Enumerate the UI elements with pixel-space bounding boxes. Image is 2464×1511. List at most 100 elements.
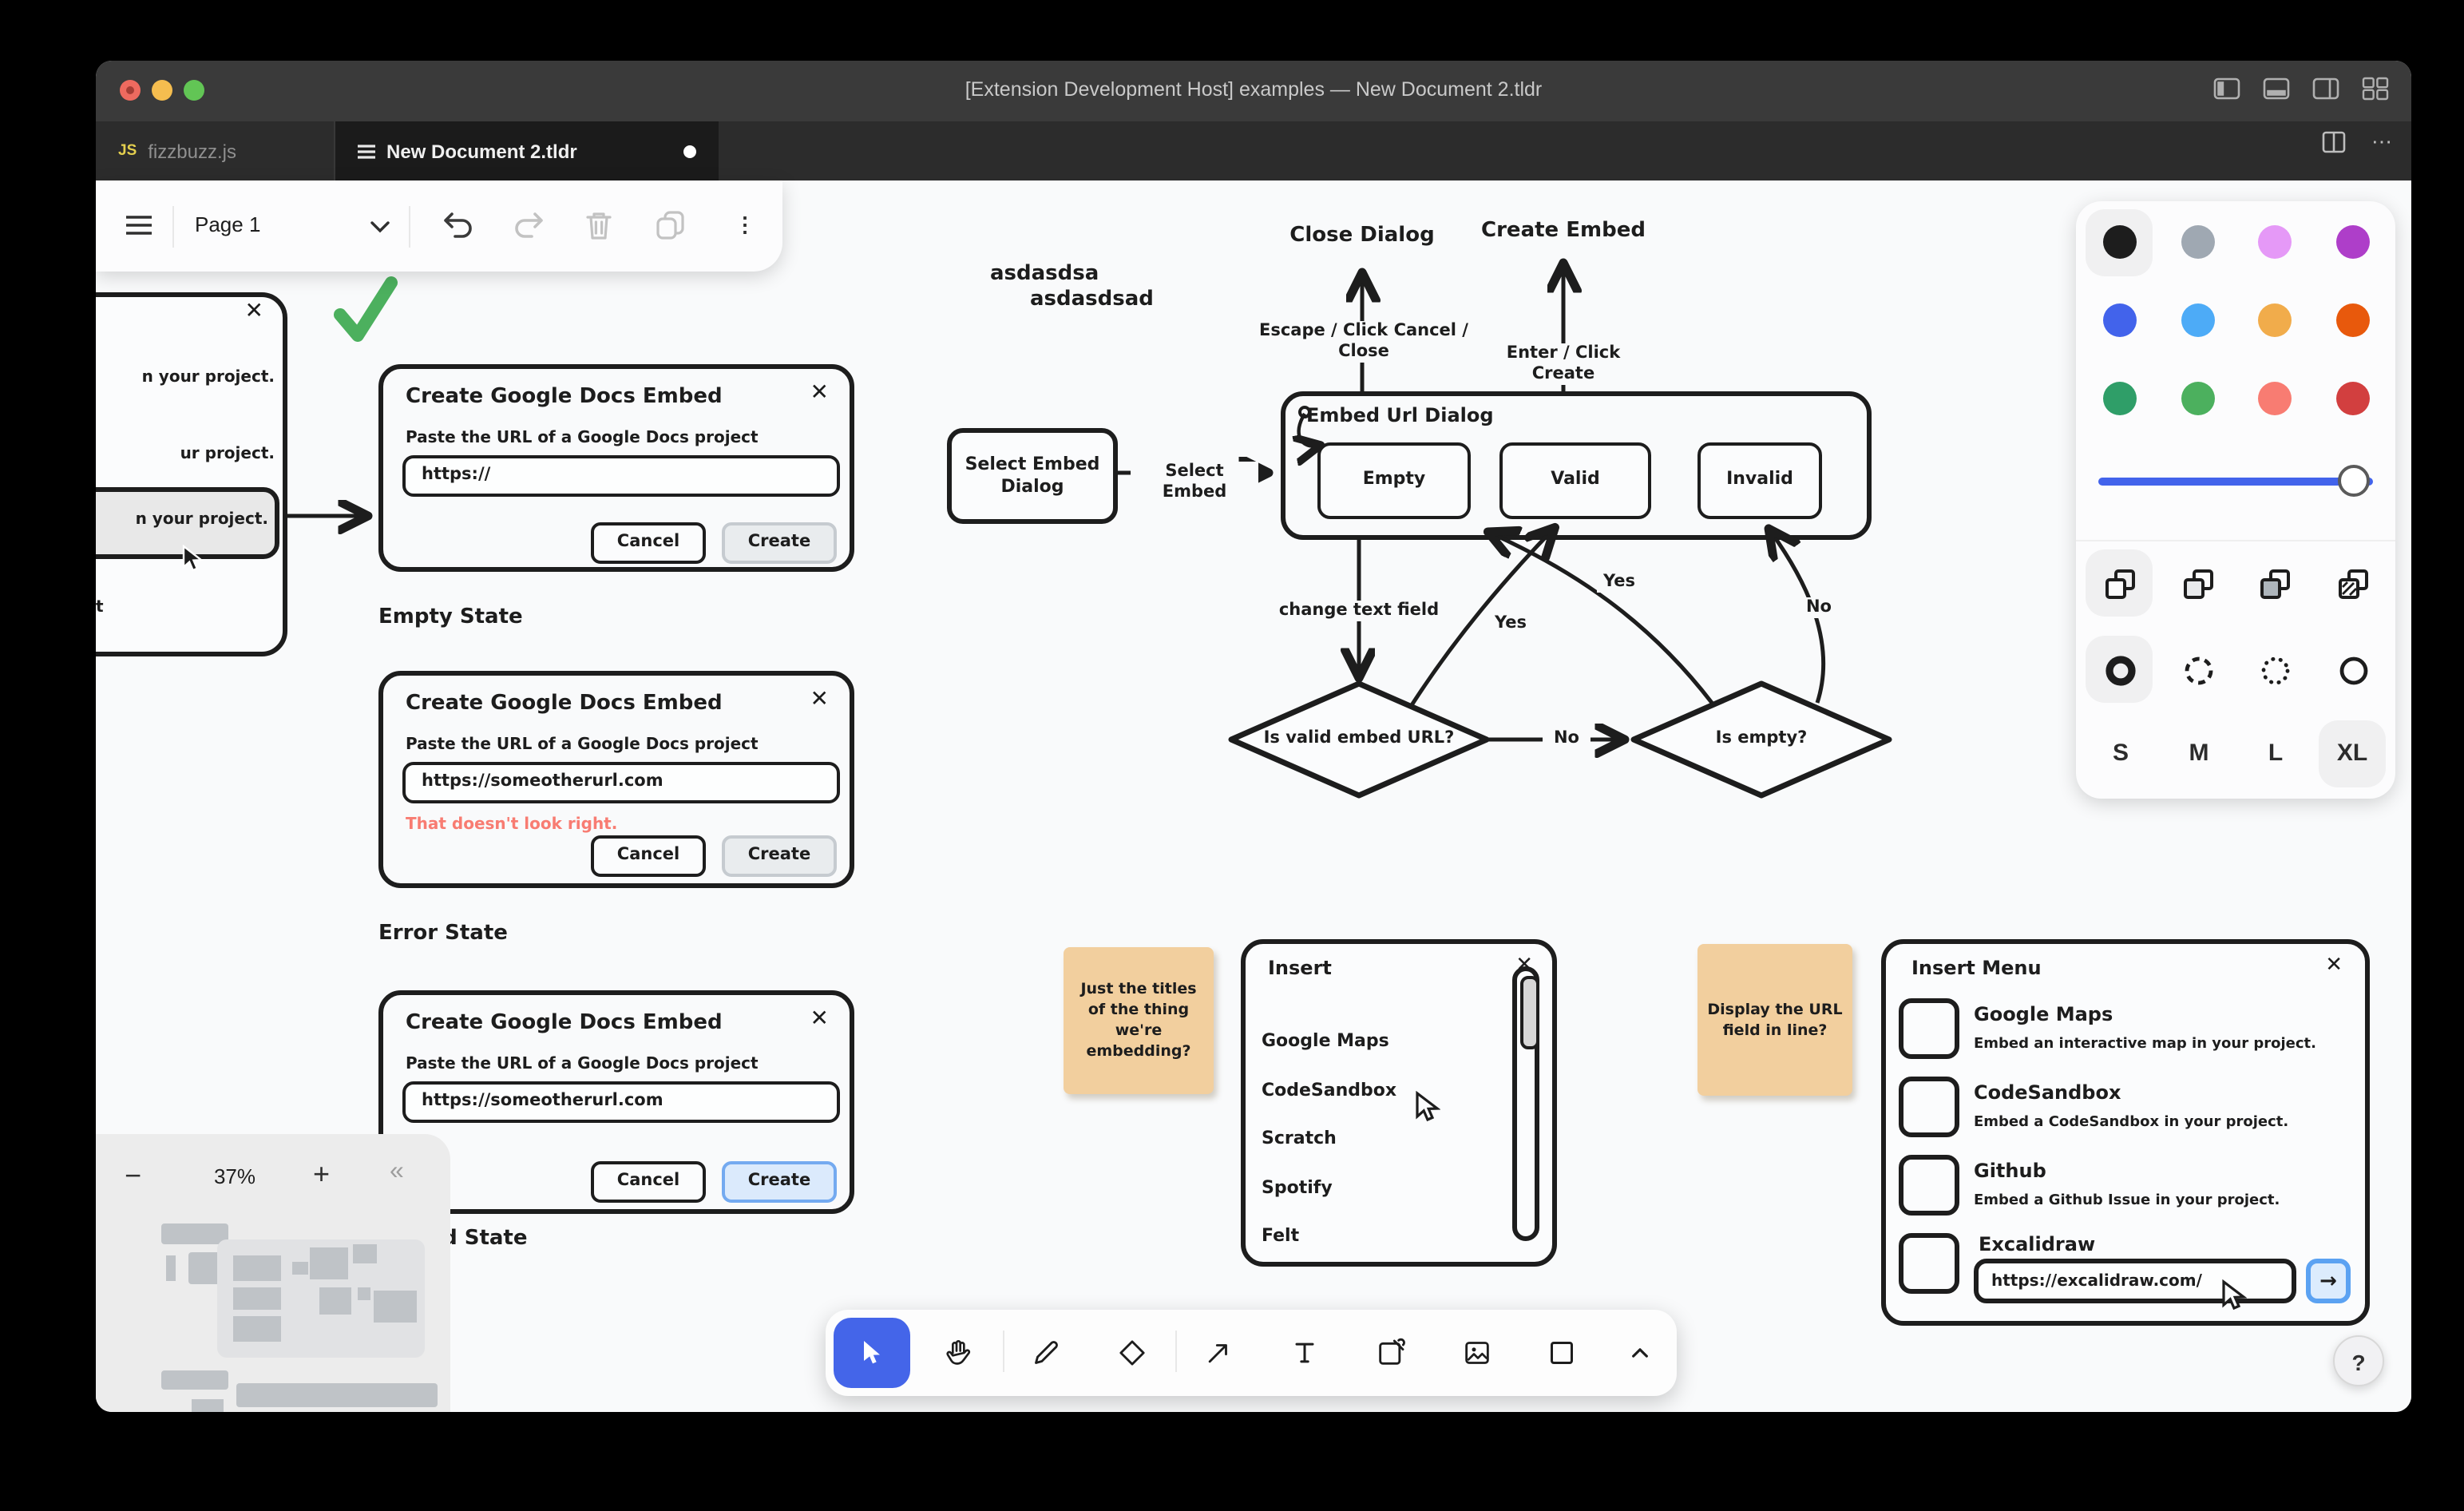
size-xl-button[interactable]: XL [2317, 730, 2387, 778]
page-menu-button[interactable]: Page 1 [195, 212, 260, 236]
fill-semi-icon[interactable] [2181, 567, 2216, 602]
rectangle-tool-icon[interactable] [1546, 1337, 1578, 1369]
clipped-text: ur project. [96, 446, 275, 463]
state-empty-box[interactable]: Empty [1317, 442, 1471, 519]
color-blue[interactable] [2103, 303, 2137, 337]
create-button[interactable]: Create [722, 1161, 837, 1203]
color-green[interactable] [2103, 382, 2137, 415]
size-m-button[interactable]: M [2164, 730, 2234, 778]
select-embed-dialog-box[interactable]: Select Embed Dialog [947, 428, 1118, 524]
embed-name[interactable]: Excalidraw [1979, 1233, 2095, 1255]
state-valid-box[interactable]: Valid [1499, 442, 1651, 519]
url-input[interactable]: https://someotherurl.com [402, 762, 840, 803]
clipped-dialog-shape[interactable]: ✕ [96, 292, 287, 656]
dialog-empty-state[interactable]: Create Google Docs Embed ✕ Paste the URL… [378, 364, 854, 572]
color-red[interactable] [2336, 382, 2370, 415]
more-menu-icon[interactable]: ⋮ [735, 212, 755, 238]
duplicate-icon[interactable] [655, 209, 687, 241]
menu-item[interactable]: Google Maps [1262, 1030, 1389, 1051]
eraser-tool-icon[interactable] [1116, 1337, 1148, 1369]
main-menu-icon[interactable] [126, 214, 152, 236]
sticky-note[interactable]: Just the titles of the thing we're embed… [1064, 947, 1214, 1094]
tldraw-canvas[interactable]: ✕ n your project. ur project. n your pro… [96, 180, 2411, 1412]
url-input[interactable]: https:// [402, 455, 840, 497]
opacity-slider-handle[interactable] [2338, 465, 2370, 497]
opacity-slider-track[interactable] [2098, 478, 2373, 486]
color-grey[interactable] [2181, 225, 2215, 259]
dialog-error-state[interactable]: Create Google Docs Embed ✕ Paste the URL… [378, 671, 854, 888]
create-button[interactable]: Create [722, 835, 837, 877]
close-icon[interactable]: ✕ [810, 380, 829, 406]
hand-tool-icon[interactable] [942, 1337, 974, 1369]
embed-url-input[interactable]: https://excalidraw.com/ [1974, 1259, 2296, 1303]
url-input[interactable]: https://someotherurl.com [402, 1081, 840, 1123]
embed-name[interactable]: CodeSandbox [1974, 1081, 2121, 1104]
draw-tool-icon[interactable] [1030, 1337, 1062, 1369]
size-s-button[interactable]: S [2086, 730, 2156, 778]
color-light-blue[interactable] [2181, 303, 2215, 337]
cancel-button[interactable]: Cancel [591, 1161, 706, 1203]
insert-menu-detailed-mockup[interactable]: Insert Menu ✕ Google Maps Embed an inter… [1881, 939, 2370, 1326]
insert-menu-mockup[interactable]: Insert ✕ Google Maps CodeSandbox Scratch… [1241, 939, 1557, 1267]
embed-name[interactable]: Google Maps [1974, 1003, 2113, 1025]
fill-solid-icon[interactable] [2258, 567, 2293, 602]
create-button[interactable]: Create [722, 522, 837, 564]
toggle-sidebar-icon[interactable] [2213, 77, 2240, 101]
select-tool-icon[interactable] [856, 1337, 888, 1369]
split-editor-icon[interactable] [2322, 131, 2346, 153]
zoom-out-button[interactable]: − [125, 1160, 141, 1193]
color-light-violet[interactable] [2258, 225, 2292, 259]
close-icon[interactable]: ✕ [810, 1006, 829, 1032]
color-black[interactable] [2103, 225, 2137, 259]
color-violet[interactable] [2336, 225, 2370, 259]
tab-fizzbuzz[interactable]: JS fizzbuzz.js [96, 121, 335, 180]
minimap[interactable] [96, 1211, 450, 1412]
scrollbar-thumb[interactable] [1519, 976, 1539, 1049]
cancel-button[interactable]: Cancel [591, 522, 706, 564]
text-tool-icon[interactable] [1289, 1337, 1321, 1369]
toggle-secondary-sidebar-icon[interactable] [2312, 77, 2339, 101]
embed-url-dialog-container[interactable]: Embed Url Dialog Empty Valid Invalid [1281, 391, 1872, 540]
help-button[interactable]: ? [2333, 1335, 2384, 1386]
fill-pattern-icon[interactable] [2336, 567, 2371, 602]
dash-draw-icon[interactable] [2103, 653, 2138, 688]
trash-icon[interactable] [584, 209, 613, 241]
menu-item[interactable]: Scratch [1262, 1128, 1337, 1148]
zoom-in-button[interactable]: + [313, 1158, 330, 1192]
dash-dashed-icon[interactable] [2181, 653, 2216, 688]
toggle-panel-icon[interactable] [2263, 77, 2290, 101]
customize-layout-icon[interactable] [2362, 77, 2389, 101]
tab-new-document[interactable]: New Document 2.tldr [335, 121, 719, 180]
close-icon[interactable]: ✕ [810, 687, 829, 712]
zoom-level[interactable]: 37% [188, 1164, 281, 1188]
color-light-red[interactable] [2258, 382, 2292, 415]
size-l-button[interactable]: L [2240, 730, 2311, 778]
dash-solid-icon[interactable] [2336, 653, 2371, 688]
asset-tool-icon[interactable] [1461, 1337, 1493, 1369]
submit-url-button[interactable]: → [2306, 1259, 2351, 1303]
highlighted-menu-row[interactable]: n your project. [96, 487, 279, 559]
color-yellow[interactable] [2258, 303, 2292, 337]
fill-none-icon[interactable] [2103, 567, 2138, 602]
cancel-button[interactable]: Cancel [591, 835, 706, 877]
chevron-down-icon[interactable] [370, 220, 390, 233]
editor-actions-more-icon[interactable]: ⋯ [2371, 131, 2392, 153]
state-invalid-box[interactable]: Invalid [1697, 442, 1822, 519]
close-icon[interactable]: ✕ [245, 299, 263, 324]
arrow-tool-icon[interactable] [1202, 1337, 1234, 1369]
close-icon[interactable]: ✕ [2325, 954, 2343, 978]
color-orange[interactable] [2336, 303, 2370, 337]
scrollbar-track[interactable] [1512, 966, 1539, 1241]
color-light-green[interactable] [2181, 382, 2215, 415]
menu-item[interactable]: CodeSandbox [1262, 1080, 1396, 1101]
embed-name[interactable]: Github [1974, 1160, 2046, 1182]
sticky-note[interactable]: Display the URL field in line? [1697, 944, 1852, 1096]
redo-icon[interactable] [513, 211, 545, 240]
dash-dotted-icon[interactable] [2258, 653, 2293, 688]
note-tool-icon[interactable] [1375, 1337, 1407, 1369]
collapse-minimap-icon[interactable]: « [390, 1158, 404, 1187]
menu-item[interactable]: Spotify [1262, 1177, 1333, 1198]
menu-item[interactable]: Felt [1262, 1225, 1299, 1246]
more-tools-chevron-icon[interactable] [1624, 1337, 1656, 1369]
undo-icon[interactable] [442, 211, 474, 240]
